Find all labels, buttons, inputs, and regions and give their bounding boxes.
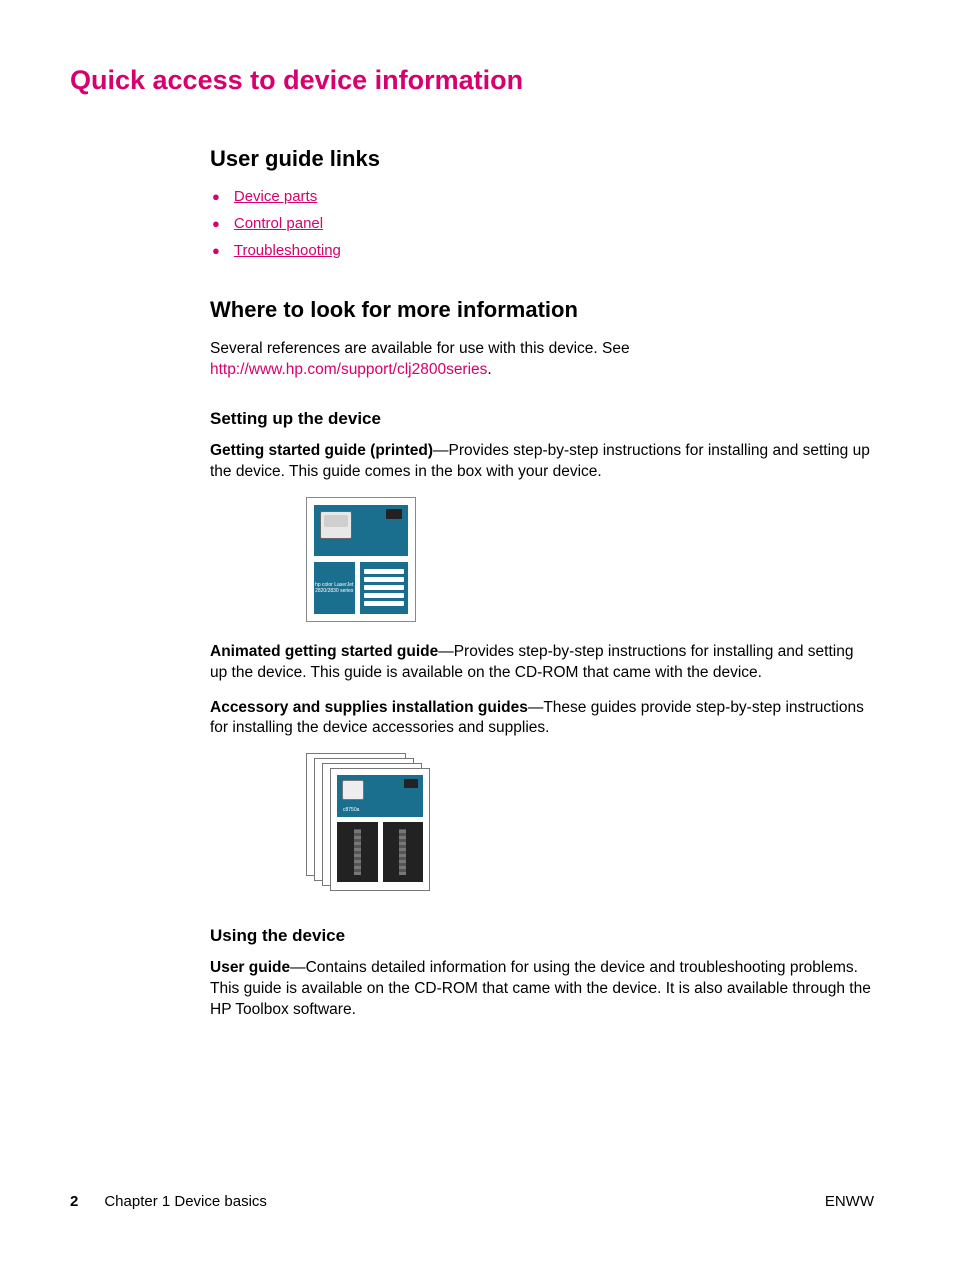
stacked-booklets-icon: c8750a [306, 753, 436, 898]
using-heading: Using the device [210, 926, 874, 946]
footer-right-label: ENWW [825, 1193, 874, 1210]
user-guide-links-heading: User guide links [210, 146, 874, 172]
list-item: ● Control panel [212, 215, 874, 232]
troubleshooting-link[interactable]: Troubleshooting [234, 242, 341, 259]
animated-guide-label: Animated getting started guide [210, 643, 438, 660]
using-paragraph-1: User guide—Contains detailed information… [210, 958, 874, 1021]
more-info-text-prefix: Several references are available for use… [210, 340, 630, 357]
getting-started-label: Getting started guide (printed) [210, 442, 433, 459]
bullet-icon: ● [212, 216, 220, 231]
setup-paragraph-3: Accessory and supplies installation guid… [210, 698, 874, 740]
setup-paragraph-2: Animated getting started guide—Provides … [210, 642, 874, 684]
chapter-label: Chapter 1 Device basics [104, 1193, 267, 1210]
more-info-heading: Where to look for more information [210, 297, 874, 323]
user-guide-label: User guide [210, 959, 290, 976]
support-url-link[interactable]: http://www.hp.com/support/clj2800series [210, 361, 487, 378]
user-guide-links-list: ● Device parts ● Control panel ● Trouble… [212, 188, 874, 259]
setup-heading: Setting up the device [210, 409, 874, 429]
page-number: 2 [70, 1193, 78, 1210]
main-content: User guide links ● Device parts ● Contro… [210, 146, 874, 1021]
bullet-icon: ● [212, 243, 220, 258]
booklet-icon: hp color LaserJet2820/2830 series [306, 497, 416, 622]
hp-logo-icon [404, 779, 418, 788]
setup-paragraph-1: Getting started guide (printed)—Provides… [210, 441, 874, 483]
page-footer: 2 Chapter 1 Device basics ENWW [70, 1193, 874, 1210]
more-info-paragraph: Several references are available for use… [210, 339, 874, 381]
getting-started-guide-figure: hp color LaserJet2820/2830 series [306, 497, 874, 622]
list-item: ● Device parts [212, 188, 874, 205]
more-info-text-suffix: . [487, 361, 491, 378]
control-panel-link[interactable]: Control panel [234, 215, 323, 232]
page-title: Quick access to device information [70, 65, 874, 96]
supply-icon [342, 780, 364, 800]
hp-logo-icon [386, 509, 402, 519]
device-parts-link[interactable]: Device parts [234, 188, 317, 205]
accessory-guides-figure: c8750a [306, 753, 874, 898]
accessory-guides-label: Accessory and supplies installation guid… [210, 699, 528, 716]
printer-icon [320, 511, 352, 539]
bullet-icon: ● [212, 189, 220, 204]
list-item: ● Troubleshooting [212, 242, 874, 259]
user-guide-text: —Contains detailed information for using… [210, 959, 871, 1018]
